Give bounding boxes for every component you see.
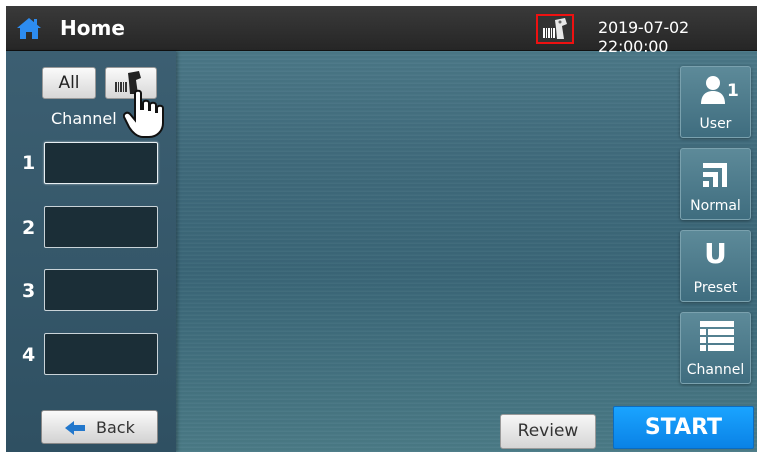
channel-4-input[interactable]	[44, 333, 158, 375]
home-icon[interactable]	[16, 16, 42, 40]
scanner-status-indicator[interactable]	[536, 14, 574, 44]
preset-button-label: Preset	[693, 280, 738, 296]
user-button-label: User	[699, 116, 732, 132]
start-button[interactable]: START	[613, 406, 754, 449]
review-button[interactable]: Review	[500, 414, 596, 449]
channel-number: 3	[22, 280, 36, 302]
user-count: 1	[727, 81, 739, 101]
user-button[interactable]: 1 User	[680, 66, 751, 138]
channel-1-input[interactable]	[44, 142, 158, 184]
channel-2-input[interactable]	[44, 206, 158, 248]
page-title: Home	[60, 16, 125, 40]
back-button[interactable]: Back	[41, 410, 158, 444]
screen: Home 2019-07-02 22:00:00 All Channel 1 2…	[6, 6, 757, 452]
channel-number: 2	[22, 217, 36, 239]
channel-3-input[interactable]	[44, 269, 158, 311]
channel-panel: All Channel 1 2 3 4 Back	[6, 51, 176, 452]
normal-button-label: Normal	[690, 198, 741, 214]
datetime: 2019-07-02 22:00:00	[598, 18, 689, 56]
channel-number: 4	[22, 344, 36, 366]
hand-pointer-icon	[123, 89, 164, 138]
back-button-label: Back	[96, 418, 135, 437]
title-bar: Home 2019-07-02 22:00:00	[6, 6, 757, 56]
normal-mode-icon	[703, 163, 727, 187]
select-all-button[interactable]: All	[42, 67, 96, 99]
normal-mode-button[interactable]: Normal	[680, 148, 751, 220]
barcode-scanner-icon	[543, 18, 567, 39]
channel-label: Channel	[51, 109, 117, 128]
channel-number: 1	[22, 152, 36, 174]
preset-icon: U	[704, 237, 727, 270]
channel-button-label: Channel	[686, 362, 745, 378]
channel-list-button[interactable]: Channel	[680, 312, 751, 384]
channel-list-icon	[700, 321, 734, 351]
back-arrow-icon	[65, 421, 85, 435]
user-icon	[701, 76, 725, 104]
preset-button[interactable]: U Preset	[680, 230, 751, 302]
